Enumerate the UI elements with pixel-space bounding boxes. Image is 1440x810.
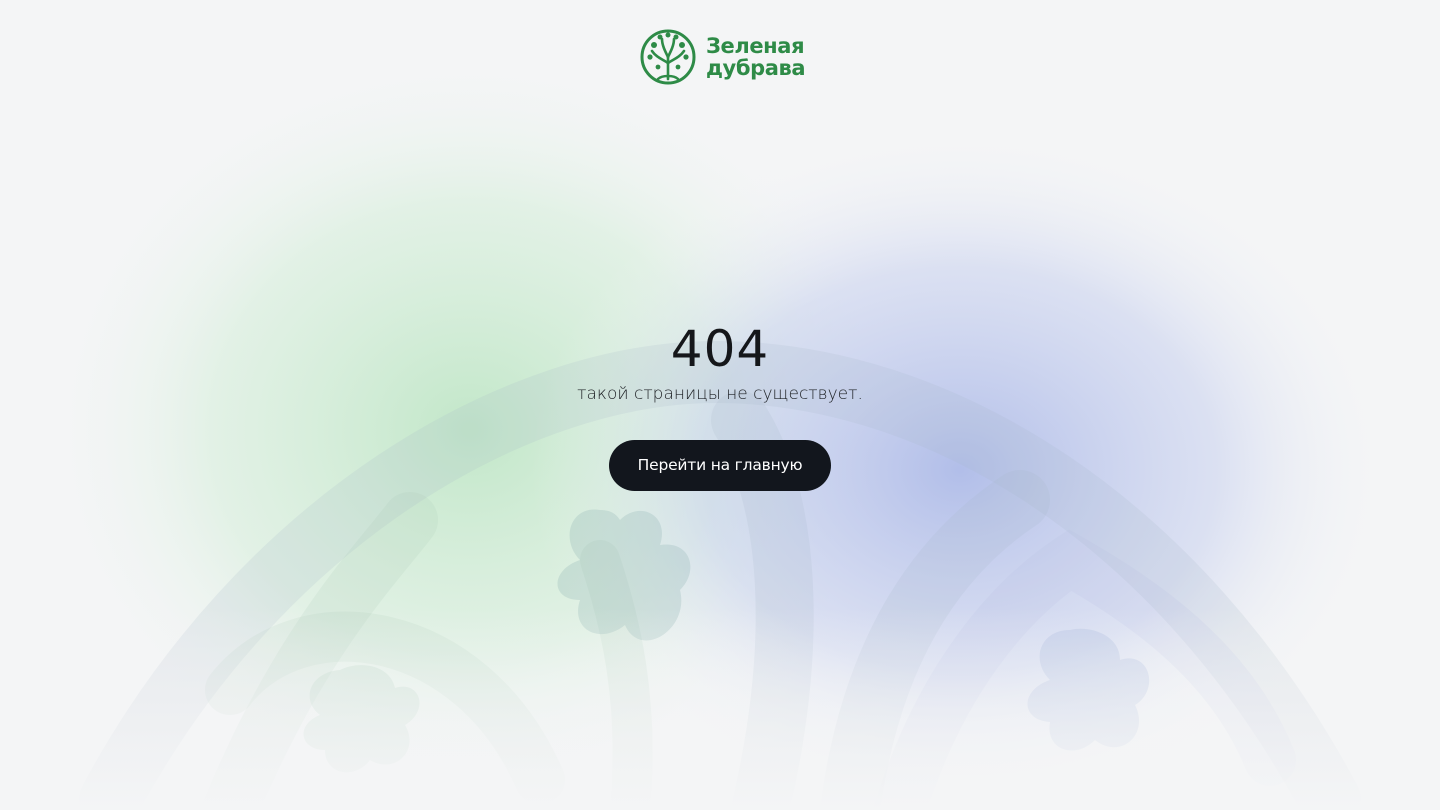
oak-tree-icon [640, 29, 696, 85]
logo-text-line1: Зеленая [706, 34, 805, 58]
error-code: 404 [670, 320, 770, 378]
logo-link[interactable]: Зеленая дубрава [640, 28, 810, 86]
error-content: 404 такой страницы не существует. Перейт… [420, 318, 1020, 491]
logo-text-line2: дубрава [706, 56, 806, 80]
logo-text: Зеленая дубрава [706, 34, 806, 80]
error-message: такой страницы не существует. [577, 384, 863, 404]
error-page: Зеленая дубрава 404 такой страницы не су… [0, 0, 1440, 810]
go-home-button[interactable]: Перейти на главную [609, 440, 831, 491]
